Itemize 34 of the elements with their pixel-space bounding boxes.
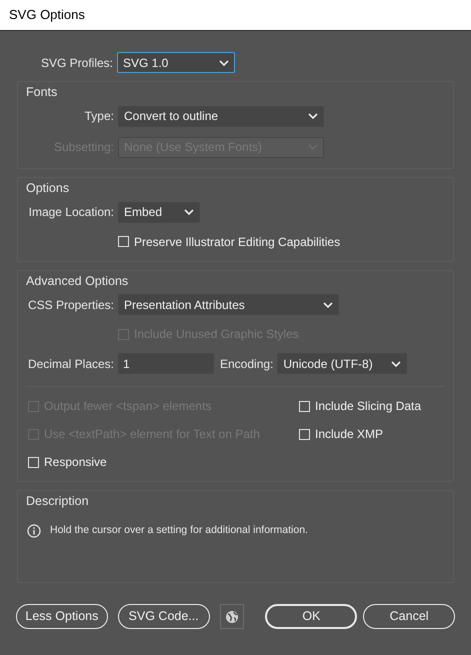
chevron-icon	[308, 113, 318, 120]
dropdown[interactable]: Embed	[118, 202, 200, 222]
field-label: Image Location:	[28, 204, 114, 221]
globe-icon	[225, 610, 239, 624]
checkbox-label: Include XMP	[315, 426, 384, 444]
dropdown[interactable]: SVG 1.0	[117, 52, 235, 73]
group-heading: Description	[25, 493, 90, 510]
dialog-button[interactable]: SVG Code...	[118, 604, 210, 630]
description-text: Hold the cursor over a setting for additional information.	[50, 523, 308, 538]
window-title: SVG Options	[9, 6, 85, 24]
dialog-button[interactable]: Cancel	[363, 604, 455, 630]
field-label: Type:	[84, 108, 114, 126]
chevron-icon	[323, 302, 333, 308]
dialog-button[interactable]: OK	[265, 604, 358, 630]
dropdown[interactable]: Unicode (UTF-8)	[277, 353, 408, 374]
dialog-button[interactable]: Less Options	[16, 604, 108, 630]
field-label: CSS Properties:	[26, 296, 114, 314]
field-label: Decimal Places:	[26, 356, 114, 373]
dropdown[interactable]: Presentation Attributes	[118, 294, 339, 316]
dropdown[interactable]: Convert to outline	[118, 106, 324, 127]
globe-button[interactable]	[220, 604, 244, 630]
group-heading: Options	[25, 180, 70, 197]
field-label: Encoding:	[220, 356, 274, 373]
group-heading: Advanced Options	[25, 272, 130, 290]
field-label: SVG Profiles:	[40, 54, 113, 72]
checkbox-label: Preserve Illustrator Editing Capabilities	[134, 234, 340, 250]
info-icon	[27, 524, 41, 538]
chevron-icon	[219, 60, 229, 66]
group-heading: Fonts	[25, 84, 58, 101]
checkbox-label: Include Slicing Data	[315, 398, 422, 416]
chevron-icon	[391, 360, 402, 367]
input-field[interactable]: 1	[118, 353, 214, 374]
chevron-icon	[184, 209, 194, 215]
checkbox-label: Responsive	[44, 454, 107, 472]
